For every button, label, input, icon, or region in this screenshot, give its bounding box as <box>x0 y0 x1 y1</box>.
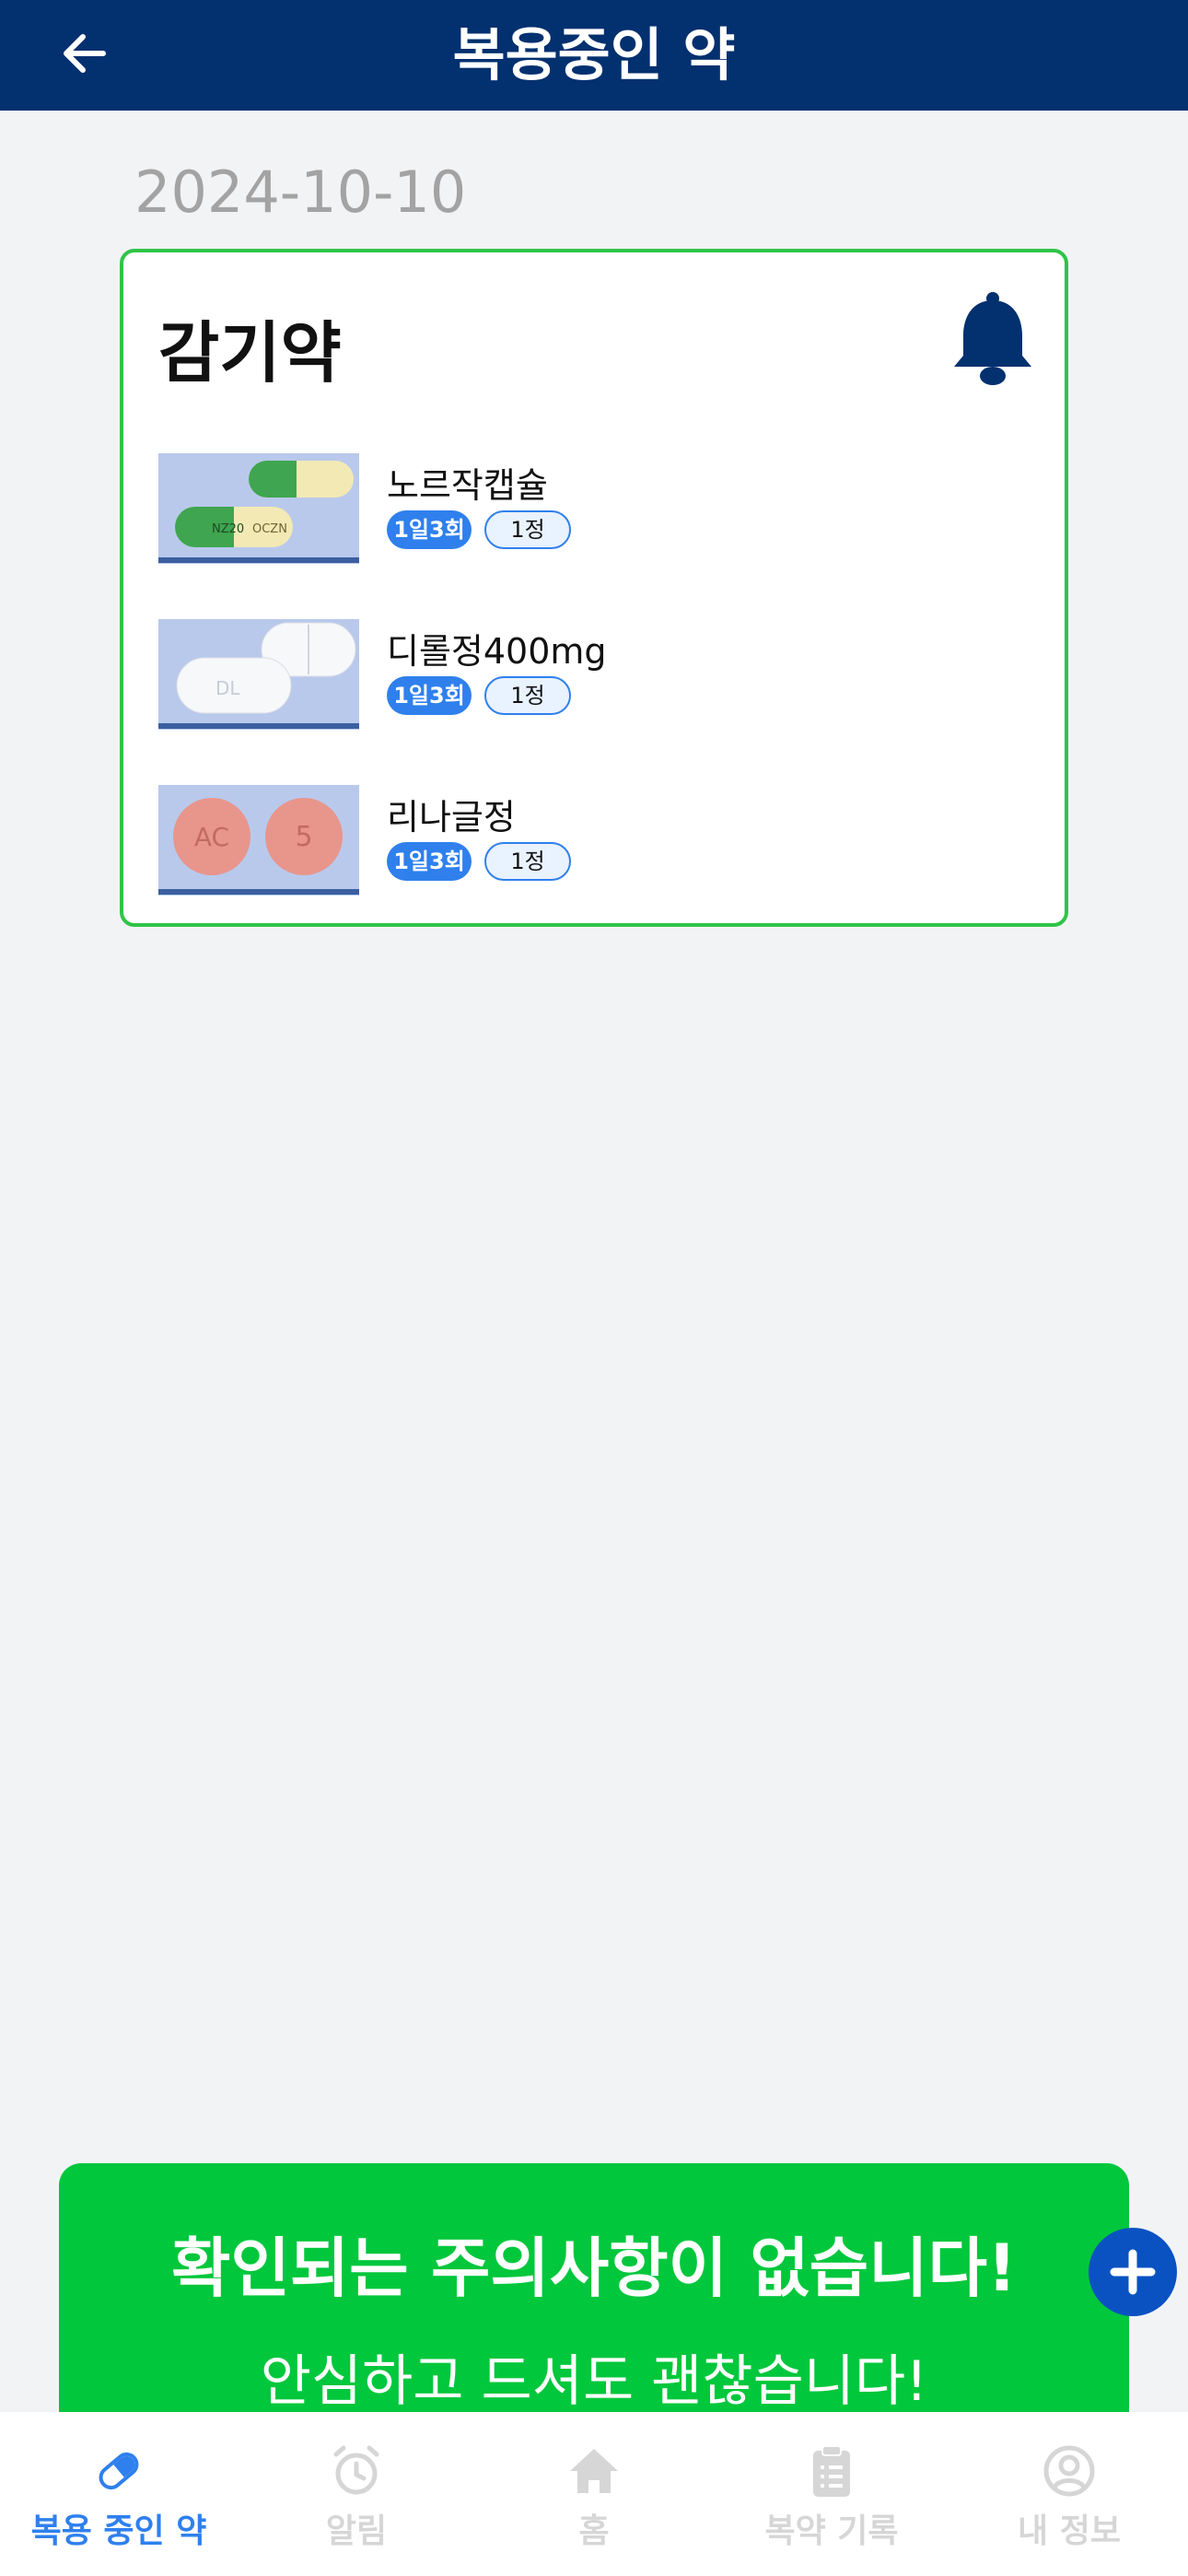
pill-icon <box>99 2452 139 2490</box>
dose-badge: 1정 <box>484 510 571 549</box>
list-item[interactable]: AC 5 리나글정 1일3회 1정 <box>158 785 1033 896</box>
list-item[interactable]: DL 디롤정400mg 1일3회 1정 <box>158 619 1033 730</box>
medication-group-card[interactable]: 감기약 NZ20 OCZN 노르작캡슐 1일3회 1정 DL 디롤정400mg … <box>120 249 1068 927</box>
tab-label: 홈 <box>578 2512 610 2550</box>
tab-records[interactable]: 복약 기록 <box>713 2412 950 2576</box>
plus-icon <box>1110 2249 1156 2295</box>
notice-subtitle: 안심하고 드셔도 괜찮습니다! <box>260 2349 928 2414</box>
pill-imprint: AC <box>194 822 229 852</box>
date-label: 2024-10-10 <box>134 158 467 226</box>
pill-image: AC 5 <box>158 785 359 896</box>
tab-label: 알림 <box>325 2512 388 2550</box>
page-title: 복용중인 약 <box>452 21 736 88</box>
add-button[interactable] <box>1089 2228 1177 2316</box>
notice-title: 확인되는 주의사항이 없습니다! <box>171 2231 1017 2306</box>
home-icon <box>570 2449 618 2493</box>
tab-label: 복약 기록 <box>764 2512 899 2550</box>
group-title: 감기약 <box>158 314 342 392</box>
pill-imprint: 5 <box>295 821 312 853</box>
pill-image: NZ20 OCZN <box>158 453 359 564</box>
dose-badge: 1정 <box>484 676 571 715</box>
tab-current-meds[interactable]: 복용 중인 약 <box>0 2412 238 2576</box>
pill-image: DL <box>158 619 359 730</box>
dose-badge: 1정 <box>484 842 571 881</box>
medication-name: 노르작캡슐 <box>387 465 548 506</box>
alarm-clock-icon <box>333 2445 379 2495</box>
tab-alarm[interactable]: 알림 <box>238 2412 475 2576</box>
pill-imprint: OCZN <box>252 522 287 536</box>
frequency-badge: 1일3회 <box>387 842 472 881</box>
app-header: 복용중인 약 <box>0 0 1188 111</box>
user-icon <box>1043 2445 1095 2497</box>
frequency-badge: 1일3회 <box>387 510 472 549</box>
tab-my-info[interactable]: 내 정보 <box>950 2412 1188 2576</box>
clipboard-icon <box>813 2445 850 2497</box>
pill-imprint: NZ20 <box>212 522 244 536</box>
tab-label: 내 정보 <box>1018 2512 1121 2550</box>
frequency-badge: 1일3회 <box>387 676 472 715</box>
bell-icon[interactable] <box>949 291 1037 387</box>
tab-label: 복용 중인 약 <box>30 2512 207 2550</box>
tab-home[interactable]: 홈 <box>475 2412 713 2576</box>
medication-name: 디롤정400mg <box>387 631 607 672</box>
pill-imprint: DL <box>215 677 240 699</box>
medication-name: 리나글정 <box>387 797 516 837</box>
list-item[interactable]: NZ20 OCZN 노르작캡슐 1일3회 1정 <box>158 453 1033 564</box>
bottom-tab-bar: 복용 중인 약 알림 홈 복약 기록 내 정보 <box>0 2412 1188 2576</box>
